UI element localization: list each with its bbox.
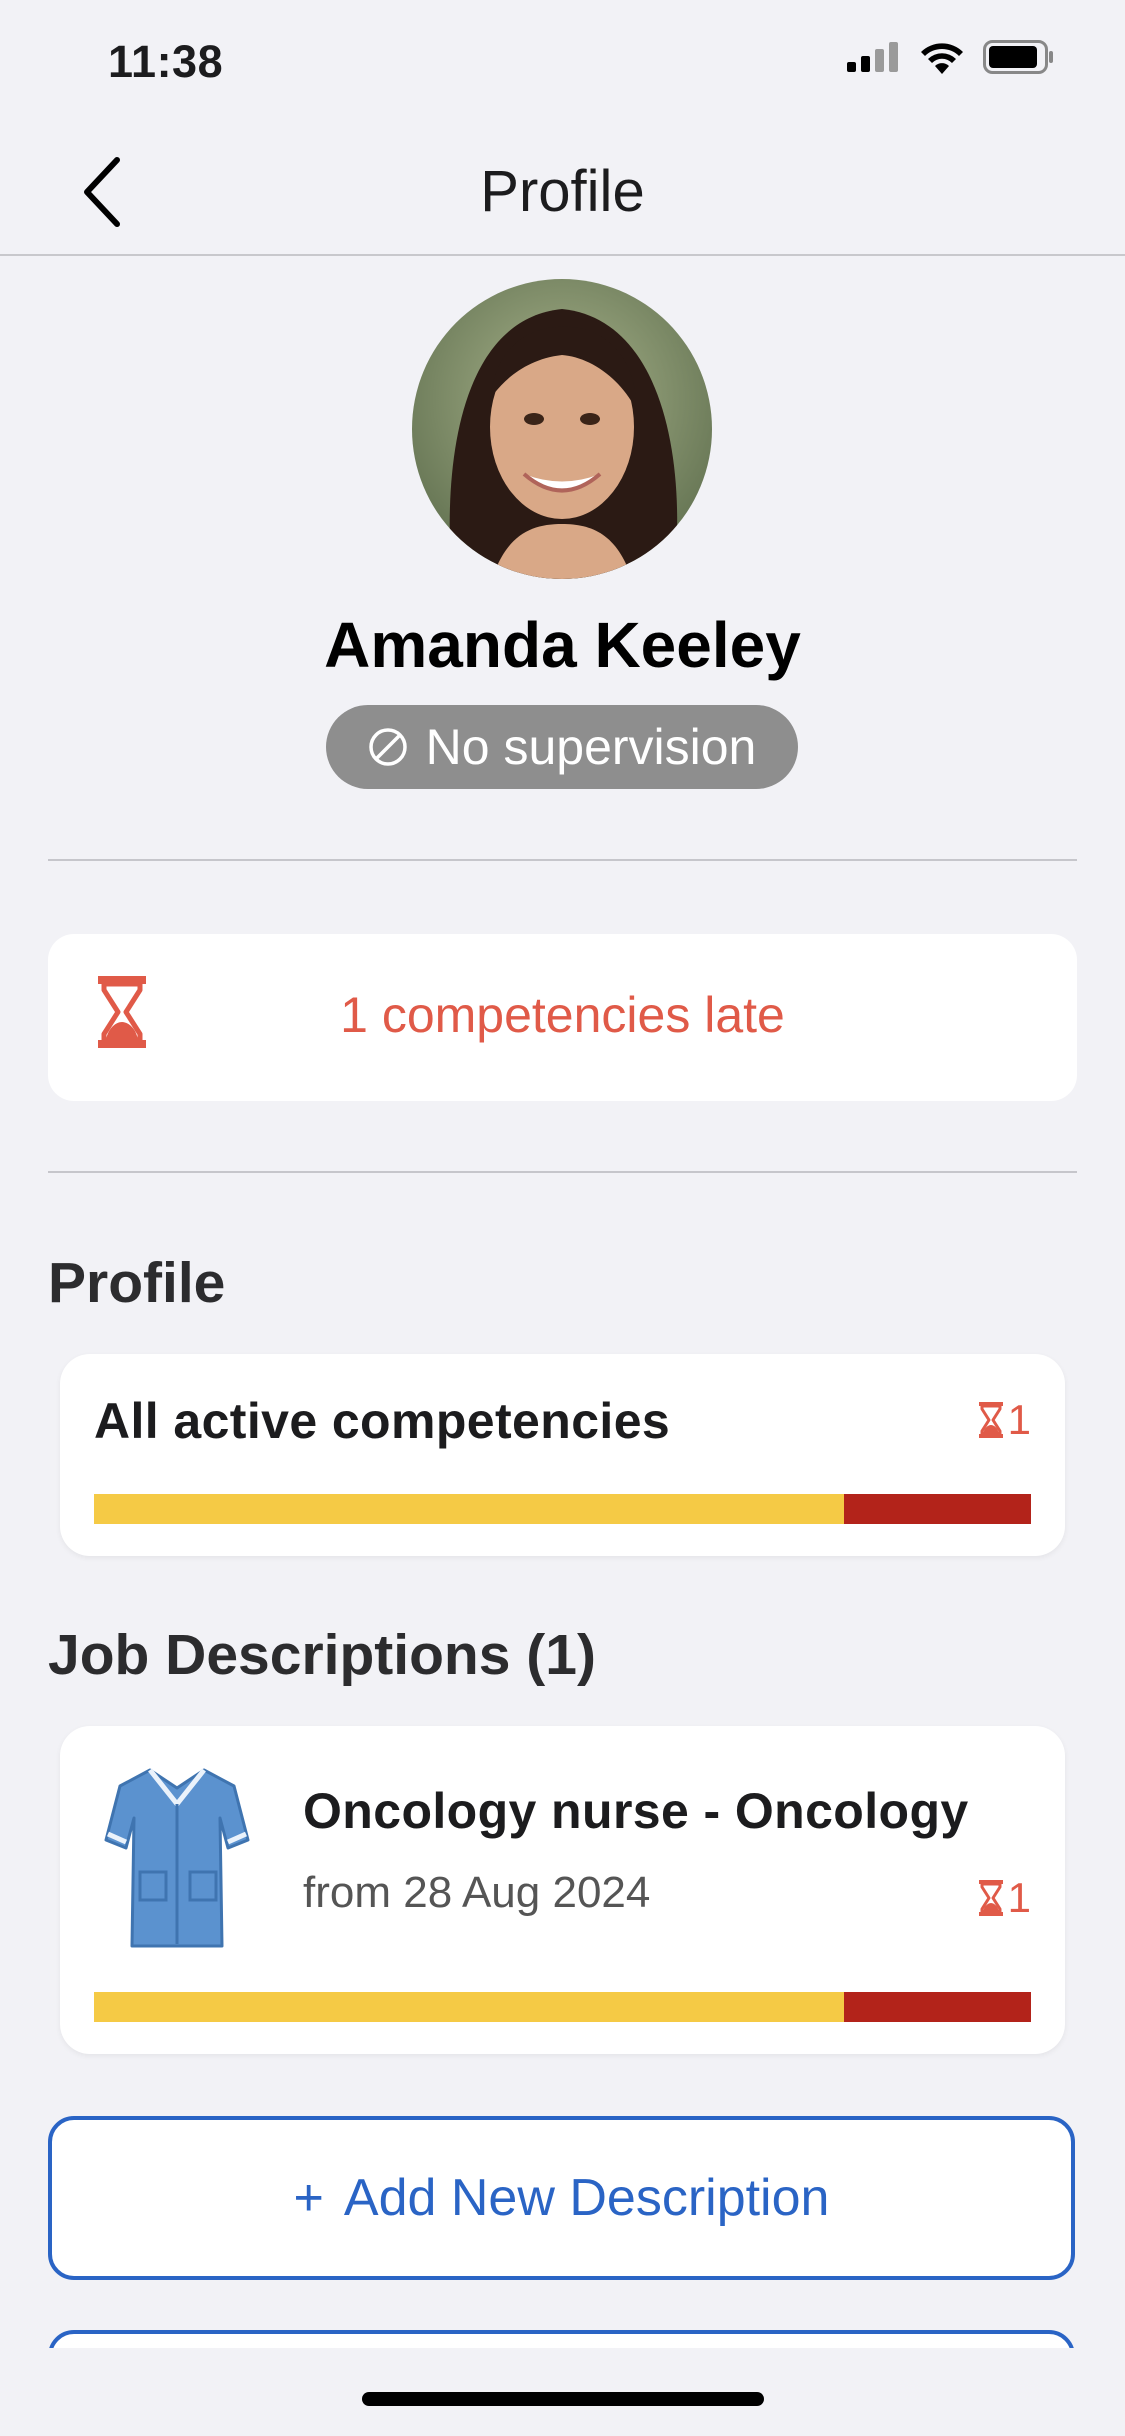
avatar	[412, 279, 712, 579]
user-name: Amanda Keeley	[324, 609, 801, 681]
add-new-description-button[interactable]: + Add New Description	[48, 2116, 1075, 2280]
job-progress-completed-segment	[94, 1992, 844, 2022]
profile-section-title: Profile	[48, 1251, 226, 1315]
navigation-bar: Profile	[0, 130, 1125, 256]
late-competencies-banner[interactable]: 1 competencies late	[48, 934, 1077, 1101]
status-time: 11:38	[108, 36, 224, 87]
supervision-badge: No supervision	[326, 705, 798, 789]
add-new-description-label: Add New Description	[343, 2169, 830, 2227]
job-title: Oncology nurse - Oncology	[303, 1783, 969, 1839]
job-late-count-value: 1	[1007, 1874, 1031, 1921]
page-title: Profile	[480, 159, 645, 224]
cellular-signal-icon	[847, 42, 898, 72]
home-indicator	[362, 2392, 764, 2406]
late-count-value: 1	[1007, 1396, 1031, 1443]
divider	[48, 859, 1077, 861]
job-descriptions-title: Job Descriptions (1)	[48, 1623, 596, 1687]
wifi-icon	[921, 43, 963, 74]
progress-late-segment	[843, 1494, 1031, 1524]
hourglass-icon	[978, 1402, 1003, 1438]
job-start-date: from 28 Aug 2024	[303, 1868, 651, 1917]
plus-icon: +	[293, 2169, 324, 2227]
late-count: 1	[978, 1396, 1031, 1444]
next-button-edge	[48, 2330, 1075, 2348]
no-entry-icon	[368, 728, 407, 766]
job-progress-bar	[94, 1992, 1031, 2022]
job-late-count: 1	[978, 1874, 1031, 1922]
nurse-uniform-icon	[102, 1762, 252, 1952]
battery-icon	[983, 40, 1053, 74]
job-description-card[interactable]: Oncology nurse - Oncology from 28 Aug 20…	[60, 1726, 1065, 2054]
all-competencies-card[interactable]: All active competencies 1	[60, 1354, 1065, 1556]
job-progress-late-segment	[843, 1992, 1031, 2022]
supervision-label: No supervision	[425, 719, 757, 775]
hourglass-icon	[978, 1880, 1003, 1916]
competency-progress-bar	[94, 1494, 1031, 1524]
late-competencies-text: 1 competencies late	[340, 987, 785, 1043]
status-bar: 11:38	[0, 0, 1125, 130]
status-icons	[847, 40, 1055, 74]
all-competencies-title: All active competencies	[94, 1393, 671, 1449]
progress-completed-segment	[94, 1494, 844, 1524]
divider	[48, 1171, 1077, 1173]
